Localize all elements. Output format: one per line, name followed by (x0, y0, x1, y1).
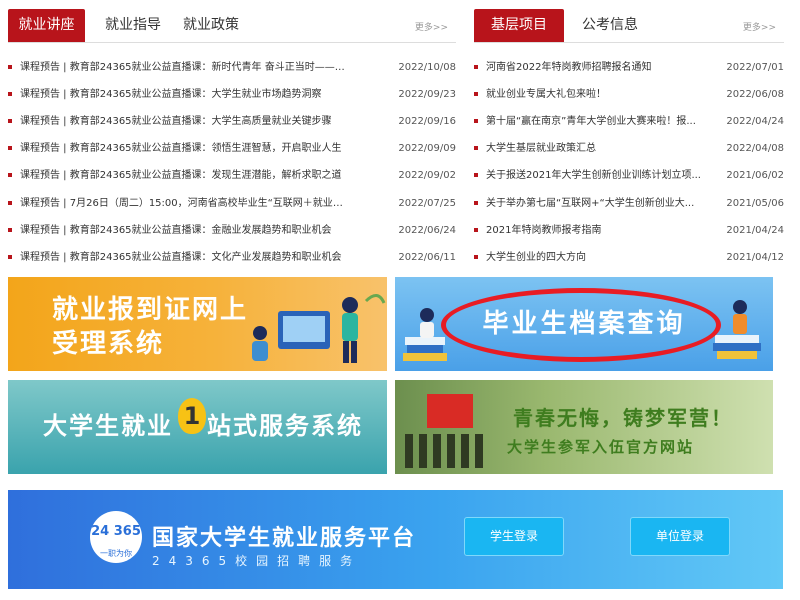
one-stop-service-banner[interactable]: 大学生就业 站式服务系统 1 (8, 380, 387, 474)
tab-grassroots-projects[interactable]: 基层项目 (474, 9, 564, 42)
left-tab-bar: 就业讲座 就业指导 就业政策 更多>> (8, 0, 456, 43)
bullet-icon (8, 146, 12, 150)
news-date: 2022/04/08 (726, 143, 784, 154)
news-date: 2022/09/16 (398, 116, 456, 127)
left-more-link[interactable]: 更多>> (415, 20, 448, 33)
list-item[interactable]: 第十届“赢在南京”青年大学创业大赛来啦！报... 2022/04/24 (474, 112, 784, 132)
news-title[interactable]: 课程预告 | 教育部24365就业公益直播课：新时代青年 奋斗正当时——2022… (20, 58, 350, 78)
list-item[interactable]: 课程预告 | 教育部24365就业公益直播课：金融业发展趋势和职业机会 2022/… (8, 221, 456, 241)
list-item[interactable]: 2021年特岗教师报考指南 2021/04/24 (474, 221, 784, 241)
bullet-icon (474, 228, 478, 232)
news-title[interactable]: 课程预告 | 教育部24365就业公益直播课：领悟生涯智慧，开启职业人生 (20, 139, 350, 159)
news-title[interactable]: 就业创业专属大礼包来啦！ (486, 85, 706, 105)
military-site-name: 大学生参军入伍官方网站 (507, 438, 695, 456)
news-title[interactable]: 课程预告 | 7月26日（周二）15:00，河南省高校毕业生“互联网＋就业指导”… (20, 194, 350, 214)
news-title[interactable]: 课程预告 | 教育部24365就业公益直播课：大学生就业市场趋势洞察 (20, 85, 350, 105)
list-item[interactable]: 就业创业专属大礼包来啦！ 2022/06/08 (474, 85, 784, 105)
list-item[interactable]: 课程预告 | 教育部24365就业公益直播课：发现生涯潜能，解析求职之道 2022… (8, 166, 456, 186)
right-more-link[interactable]: 更多>> (743, 20, 776, 33)
tab-employment-lectures[interactable]: 就业讲座 (8, 9, 85, 42)
left-news-panel: 就业讲座 就业指导 就业政策 更多>> 课程预告 | 教育部24365就业公益直… (8, 0, 456, 263)
military-slogan: 青春无悔，铸梦军营！ (513, 406, 733, 430)
bullet-icon (8, 119, 12, 123)
news-date: 2022/07/01 (726, 62, 784, 73)
list-item[interactable]: 大学生创业的四大方向 2021/04/12 (474, 248, 784, 268)
news-date: 2021/04/24 (726, 225, 784, 236)
news-date: 2022/09/23 (398, 89, 456, 100)
bullet-icon (8, 65, 12, 69)
list-item[interactable]: 河南省2022年特岗教师招聘报名通知 2022/07/01 (474, 58, 784, 78)
news-date: 2021/04/12 (726, 252, 784, 263)
news-title[interactable]: 课程预告 | 教育部24365就业公益直播课：文化产业发展趋势和职业机会 (20, 248, 350, 268)
registration-banner-text: 就业报到证网上 受理系统 (52, 293, 248, 361)
bullet-icon (474, 92, 478, 96)
bullet-icon (474, 119, 478, 123)
bullet-icon (8, 201, 12, 205)
bullet-icon (474, 173, 478, 177)
tab-employment-guidance[interactable]: 就业指导 (93, 9, 173, 42)
list-item[interactable]: 课程预告 | 教育部24365就业公益直播课：大学生高质量就业关键步骤 2022/… (8, 112, 456, 132)
news-title[interactable]: 课程预告 | 教育部24365就业公益直播课：大学生高质量就业关键步骤 (20, 112, 350, 132)
news-date: 2022/06/11 (398, 252, 456, 263)
archive-banner-title: 毕业生档案查询 (482, 309, 686, 339)
graduate-archive-query-banner[interactable]: 毕业生档案查询 (395, 277, 773, 371)
logo-number: 24 365 (91, 524, 141, 539)
news-title[interactable]: 课程预告 | 教育部24365就业公益直播课：金融业发展趋势和职业机会 (20, 221, 350, 241)
bullet-icon (474, 65, 478, 69)
one-stop-part2: 站式服务系统 (207, 412, 363, 440)
student-login-button[interactable]: 学生登录 (464, 517, 564, 556)
news-date: 2021/05/06 (726, 198, 784, 209)
lightbulb-icon: 1 (178, 398, 206, 434)
registration-line1: 就业报到证网上 (52, 295, 249, 325)
news-date: 2022/06/08 (726, 89, 784, 100)
news-title[interactable]: 第十届“赢在南京”青年大学创业大赛来啦！报... (486, 112, 706, 132)
registration-line2: 受理系统 (52, 329, 165, 359)
list-item[interactable]: 课程预告 | 7月26日（周二）15:00，河南省高校毕业生“互联网＋就业指导”… (8, 194, 456, 214)
news-title[interactable]: 大学生创业的四大方向 (486, 248, 706, 268)
list-item[interactable]: 关于举办第七届“互联网+“大学生创新创业大... 2021/05/06 (474, 194, 784, 214)
list-item[interactable]: 课程预告 | 教育部24365就业公益直播课：大学生就业市场趋势洞察 2022/0… (8, 85, 456, 105)
24365-logo-icon: 24 365 一职为你 (90, 511, 142, 563)
news-title[interactable]: 河南省2022年特岗教师招聘报名通知 (486, 58, 706, 78)
news-date: 2022/07/25 (398, 198, 456, 209)
military-enlistment-banner[interactable]: 青春无悔，铸梦军营！ 大学生参军入伍官方网站 (395, 380, 773, 474)
news-date: 2022/04/24 (726, 116, 784, 127)
news-title[interactable]: 关于举办第七届“互联网+“大学生创新创业大... (486, 194, 706, 214)
bullet-icon (8, 255, 12, 259)
news-date: 2022/10/08 (398, 62, 456, 73)
flag-icon (427, 394, 473, 428)
list-item[interactable]: 大学生基层就业政策汇总 2022/04/08 (474, 139, 784, 159)
logo-slogan: 一职为你 (100, 549, 132, 558)
soldiers-illustration-icon (405, 434, 483, 468)
bullet-icon (8, 228, 12, 232)
news-date: 2022/09/02 (398, 170, 456, 181)
news-title[interactable]: 课程预告 | 教育部24365就业公益直播课：发现生涯潜能，解析求职之道 (20, 166, 350, 186)
news-date: 2022/06/24 (398, 225, 456, 236)
right-tab-bar: 基层项目 公考信息 更多>> (474, 0, 784, 43)
national-employment-platform-banner: 24 365 一职为你 国家大学生就业服务平台 24365校园招聘服务 学生登录… (8, 490, 783, 589)
platform-title: 国家大学生就业服务平台 (152, 526, 417, 551)
news-title[interactable]: 2021年特岗教师报考指南 (486, 221, 706, 241)
bullet-icon (474, 255, 478, 259)
bullet-icon (474, 146, 478, 150)
registration-system-banner[interactable]: 就业报到证网上 受理系统 (8, 277, 387, 371)
news-title[interactable]: 关于报送2021年大学生创新创业训练计划立项... (486, 166, 706, 186)
news-date: 2022/09/09 (398, 143, 456, 154)
platform-subtitle: 24365校园招聘服务 (152, 554, 362, 568)
bullet-icon (8, 173, 12, 177)
list-item[interactable]: 课程预告 | 教育部24365就业公益直播课：文化产业发展趋势和职业机会 2022… (8, 248, 456, 268)
right-news-panel: 基层项目 公考信息 更多>> 河南省2022年特岗教师招聘报名通知 2022/07… (474, 0, 784, 263)
bullet-icon (8, 92, 12, 96)
list-item[interactable]: 课程预告 | 教育部24365就业公益直播课：新时代青年 奋斗正当时——2022… (8, 58, 456, 78)
student-illustration-icon (252, 294, 386, 363)
list-item[interactable]: 课程预告 | 教育部24365就业公益直播课：领悟生涯智慧，开启职业人生 2022… (8, 139, 456, 159)
tab-employment-policy[interactable]: 就业政策 (171, 9, 251, 42)
one-stop-part1: 大学生就业 (43, 412, 173, 440)
list-item[interactable]: 关于报送2021年大学生创新创业训练计划立项... 2021/06/02 (474, 166, 784, 186)
employer-login-button[interactable]: 单位登录 (630, 517, 730, 556)
news-title[interactable]: 大学生基层就业政策汇总 (486, 139, 706, 159)
news-date: 2021/06/02 (726, 170, 784, 181)
tab-civil-exam-info[interactable]: 公考信息 (570, 9, 650, 42)
bullet-icon (474, 201, 478, 205)
